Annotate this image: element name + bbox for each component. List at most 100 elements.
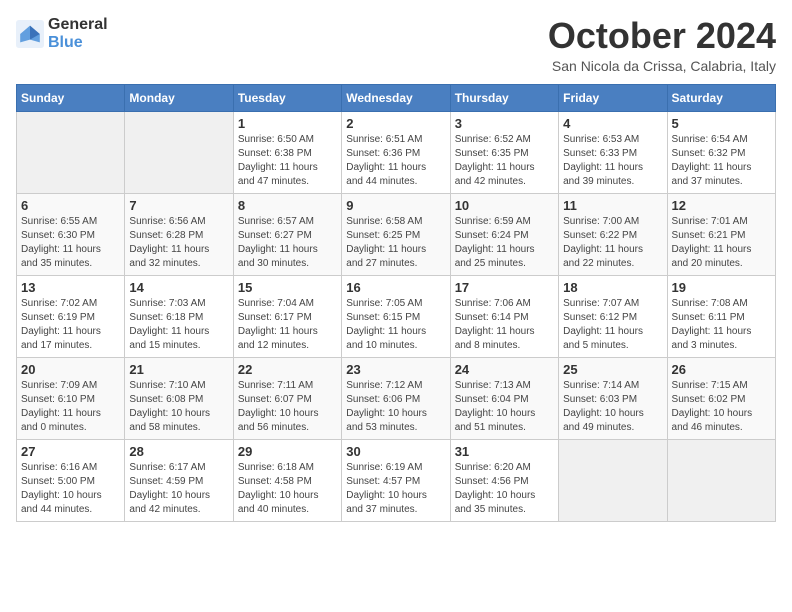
day-number: 25 <box>563 362 662 377</box>
calendar-day-cell <box>17 111 125 193</box>
day-number: 31 <box>455 444 554 459</box>
day-number: 6 <box>21 198 120 213</box>
day-number: 15 <box>238 280 337 295</box>
day-number: 21 <box>129 362 228 377</box>
day-number: 5 <box>672 116 771 131</box>
day-number: 1 <box>238 116 337 131</box>
day-info: Sunrise: 7:00 AM Sunset: 6:22 PM Dayligh… <box>563 215 662 271</box>
day-info: Sunrise: 7:03 AM Sunset: 6:18 PM Dayligh… <box>129 297 228 353</box>
calendar-day-cell: 7 Sunrise: 6:56 AM Sunset: 6:28 PM Daylig… <box>125 193 233 275</box>
calendar-week-row: 27 Sunrise: 6:16 AM Sunset: 5:00 PM Dayli… <box>17 439 776 521</box>
calendar-day-cell: 5 Sunrise: 6:54 AM Sunset: 6:32 PM Daylig… <box>667 111 775 193</box>
calendar-day-cell: 10 Sunrise: 6:59 AM Sunset: 6:24 PM Dayli… <box>450 193 558 275</box>
day-number: 24 <box>455 362 554 377</box>
calendar-body: 1 Sunrise: 6:50 AM Sunset: 6:38 PM Daylig… <box>17 111 776 521</box>
calendar-day-cell: 17 Sunrise: 7:06 AM Sunset: 6:14 PM Dayli… <box>450 275 558 357</box>
calendar-table: SundayMondayTuesdayWednesdayThursdayFrid… <box>16 84 776 522</box>
month-title: October 2024 <box>548 16 776 56</box>
calendar-day-cell: 14 Sunrise: 7:03 AM Sunset: 6:18 PM Dayli… <box>125 275 233 357</box>
day-info: Sunrise: 7:05 AM Sunset: 6:15 PM Dayligh… <box>346 297 445 353</box>
day-info: Sunrise: 6:53 AM Sunset: 6:33 PM Dayligh… <box>563 133 662 189</box>
calendar-week-row: 13 Sunrise: 7:02 AM Sunset: 6:19 PM Dayli… <box>17 275 776 357</box>
calendar-day-cell: 26 Sunrise: 7:15 AM Sunset: 6:02 PM Dayli… <box>667 357 775 439</box>
calendar-day-cell: 27 Sunrise: 6:16 AM Sunset: 5:00 PM Dayli… <box>17 439 125 521</box>
day-info: Sunrise: 6:55 AM Sunset: 6:30 PM Dayligh… <box>21 215 120 271</box>
day-info: Sunrise: 6:50 AM Sunset: 6:38 PM Dayligh… <box>238 133 337 189</box>
weekday-header-cell: Thursday <box>450 84 558 111</box>
day-number: 20 <box>21 362 120 377</box>
calendar-week-row: 1 Sunrise: 6:50 AM Sunset: 6:38 PM Daylig… <box>17 111 776 193</box>
calendar-day-cell <box>125 111 233 193</box>
calendar-day-cell: 3 Sunrise: 6:52 AM Sunset: 6:35 PM Daylig… <box>450 111 558 193</box>
day-info: Sunrise: 6:20 AM Sunset: 4:56 PM Dayligh… <box>455 461 554 517</box>
weekday-header-cell: Sunday <box>17 84 125 111</box>
calendar-day-cell: 20 Sunrise: 7:09 AM Sunset: 6:10 PM Dayli… <box>17 357 125 439</box>
calendar-day-cell: 29Sunrise: 6:18 AM Sunset: 4:58 PM Dayli… <box>233 439 341 521</box>
calendar-day-cell: 25 Sunrise: 7:14 AM Sunset: 6:03 PM Dayli… <box>559 357 667 439</box>
calendar-day-cell: 28 Sunrise: 6:17 AM Sunset: 4:59 PM Dayli… <box>125 439 233 521</box>
day-number: 9 <box>346 198 445 213</box>
weekday-header-cell: Monday <box>125 84 233 111</box>
day-number: 14 <box>129 280 228 295</box>
calendar-day-cell <box>559 439 667 521</box>
calendar-day-cell: 9 Sunrise: 6:58 AM Sunset: 6:25 PM Daylig… <box>342 193 450 275</box>
day-number: 12 <box>672 198 771 213</box>
day-info: Sunrise: 6:54 AM Sunset: 6:32 PM Dayligh… <box>672 133 771 189</box>
calendar-week-row: 6 Sunrise: 6:55 AM Sunset: 6:30 PM Daylig… <box>17 193 776 275</box>
weekday-header-cell: Saturday <box>667 84 775 111</box>
calendar-day-cell: 13 Sunrise: 7:02 AM Sunset: 6:19 PM Dayli… <box>17 275 125 357</box>
day-number: 3 <box>455 116 554 131</box>
day-info: Sunrise: 6:56 AM Sunset: 6:28 PM Dayligh… <box>129 215 228 271</box>
day-info: Sunrise: 7:06 AM Sunset: 6:14 PM Dayligh… <box>455 297 554 353</box>
day-info: Sunrise: 6:52 AM Sunset: 6:35 PM Dayligh… <box>455 133 554 189</box>
day-info: Sunrise: 7:08 AM Sunset: 6:11 PM Dayligh… <box>672 297 771 353</box>
day-number: 10 <box>455 198 554 213</box>
calendar-day-cell: 8 Sunrise: 6:57 AM Sunset: 6:27 PM Daylig… <box>233 193 341 275</box>
calendar-day-cell: 6 Sunrise: 6:55 AM Sunset: 6:30 PM Daylig… <box>17 193 125 275</box>
day-number: 11 <box>563 198 662 213</box>
calendar-week-row: 20 Sunrise: 7:09 AM Sunset: 6:10 PM Dayli… <box>17 357 776 439</box>
day-info: Sunrise: 7:09 AM Sunset: 6:10 PM Dayligh… <box>21 379 120 435</box>
day-info: Sunrise: 7:10 AM Sunset: 6:08 PM Dayligh… <box>129 379 228 435</box>
day-info: Sunrise: 7:15 AM Sunset: 6:02 PM Dayligh… <box>672 379 771 435</box>
logo-icon <box>16 20 44 48</box>
day-info: Sunrise: 6:17 AM Sunset: 4:59 PM Dayligh… <box>129 461 228 517</box>
logo: General Blue <box>16 16 108 52</box>
day-number: 13 <box>21 280 120 295</box>
calendar-day-cell: 4 Sunrise: 6:53 AM Sunset: 6:33 PM Daylig… <box>559 111 667 193</box>
calendar-day-cell: 12 Sunrise: 7:01 AM Sunset: 6:21 PM Dayli… <box>667 193 775 275</box>
day-info: Sunrise: 7:07 AM Sunset: 6:12 PM Dayligh… <box>563 297 662 353</box>
day-info: Sunrise: 6:51 AM Sunset: 6:36 PM Dayligh… <box>346 133 445 189</box>
calendar-day-cell: 1 Sunrise: 6:50 AM Sunset: 6:38 PM Daylig… <box>233 111 341 193</box>
day-info: Sunrise: 7:13 AM Sunset: 6:04 PM Dayligh… <box>455 379 554 435</box>
day-number: 7 <box>129 198 228 213</box>
title-block: October 2024 San Nicola da Crissa, Calab… <box>548 16 776 74</box>
day-info: Sunrise: 6:18 AM Sunset: 4:58 PM Dayligh… <box>238 461 337 517</box>
day-info: Sunrise: 6:16 AM Sunset: 5:00 PM Dayligh… <box>21 461 120 517</box>
day-number: 2 <box>346 116 445 131</box>
weekday-header-row: SundayMondayTuesdayWednesdayThursdayFrid… <box>17 84 776 111</box>
day-info: Sunrise: 6:57 AM Sunset: 6:27 PM Dayligh… <box>238 215 337 271</box>
day-number: 30 <box>346 444 445 459</box>
day-info: Sunrise: 6:59 AM Sunset: 6:24 PM Dayligh… <box>455 215 554 271</box>
day-info: Sunrise: 7:11 AM Sunset: 6:07 PM Dayligh… <box>238 379 337 435</box>
weekday-header-cell: Friday <box>559 84 667 111</box>
calendar-day-cell: 16Sunrise: 7:05 AM Sunset: 6:15 PM Dayli… <box>342 275 450 357</box>
day-number: 26 <box>672 362 771 377</box>
day-info: Sunrise: 7:02 AM Sunset: 6:19 PM Dayligh… <box>21 297 120 353</box>
day-info: Sunrise: 6:58 AM Sunset: 6:25 PM Dayligh… <box>346 215 445 271</box>
day-number: 8 <box>238 198 337 213</box>
calendar-day-cell: 18 Sunrise: 7:07 AM Sunset: 6:12 PM Dayli… <box>559 275 667 357</box>
page-header: General Blue October 2024 San Nicola da … <box>16 16 776 74</box>
calendar-day-cell: 31 Sunrise: 6:20 AM Sunset: 4:56 PM Dayli… <box>450 439 558 521</box>
day-number: 27 <box>21 444 120 459</box>
day-number: 28 <box>129 444 228 459</box>
day-info: Sunrise: 7:01 AM Sunset: 6:21 PM Dayligh… <box>672 215 771 271</box>
day-info: Sunrise: 7:14 AM Sunset: 6:03 PM Dayligh… <box>563 379 662 435</box>
day-number: 17 <box>455 280 554 295</box>
day-number: 18 <box>563 280 662 295</box>
day-number: 4 <box>563 116 662 131</box>
day-number: 23 <box>346 362 445 377</box>
logo-text: General Blue <box>48 16 108 52</box>
calendar-day-cell: 11 Sunrise: 7:00 AM Sunset: 6:22 PM Dayli… <box>559 193 667 275</box>
